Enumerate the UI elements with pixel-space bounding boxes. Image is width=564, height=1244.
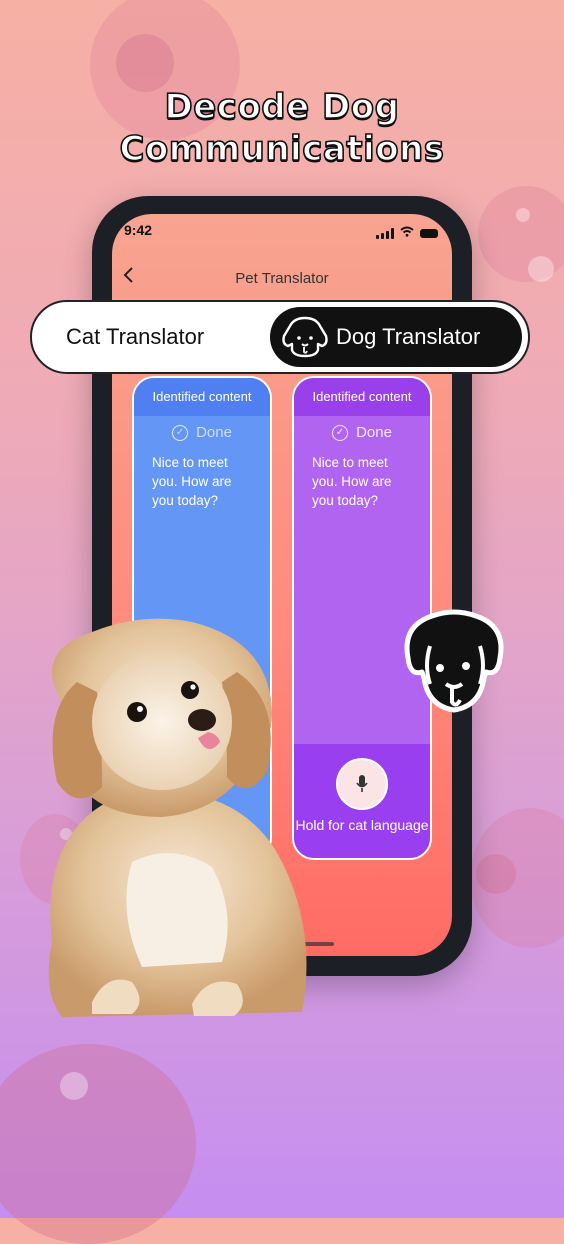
check-circle-icon: ✓ [332,425,349,442]
screen-title: Pet Translator [235,270,329,287]
background-bubble [478,186,564,282]
translator-toggle: Cat Translator Dog Translator [30,300,530,374]
status-done: ✓ Done [134,424,270,442]
identified-message: Nice to meet you. How are you today? [312,455,392,509]
cat-translator-option[interactable]: Cat Translator [66,302,204,372]
headline-line-1: Decode Dog [164,86,400,128]
card-header: Identified content [294,378,430,416]
signal-icon [376,227,394,239]
battery-icon [420,228,438,238]
microphone-button[interactable] [336,758,388,810]
status-icons [376,224,438,242]
background-bubble [0,1044,196,1244]
microphone-icon [356,775,368,792]
dog-translator-option[interactable]: Dog Translator [270,307,522,367]
check-circle-icon: ✓ [172,425,189,442]
headline: Decode Dog Communications [0,86,564,170]
status-time: 9:42 [124,222,153,238]
wifi-icon [400,224,414,242]
status-done: ✓ Done [294,424,430,442]
dog-face-icon [282,316,328,358]
puppy-photo [22,612,332,1032]
dog-translator-label: Dog Translator [336,324,481,349]
card-header: Identified content [134,378,270,416]
background-bubble [470,808,564,948]
dog-face-icon [390,606,518,720]
headline-line-2: Communications [119,128,445,170]
identified-message: Nice to meet you. How are you today? [152,455,232,509]
